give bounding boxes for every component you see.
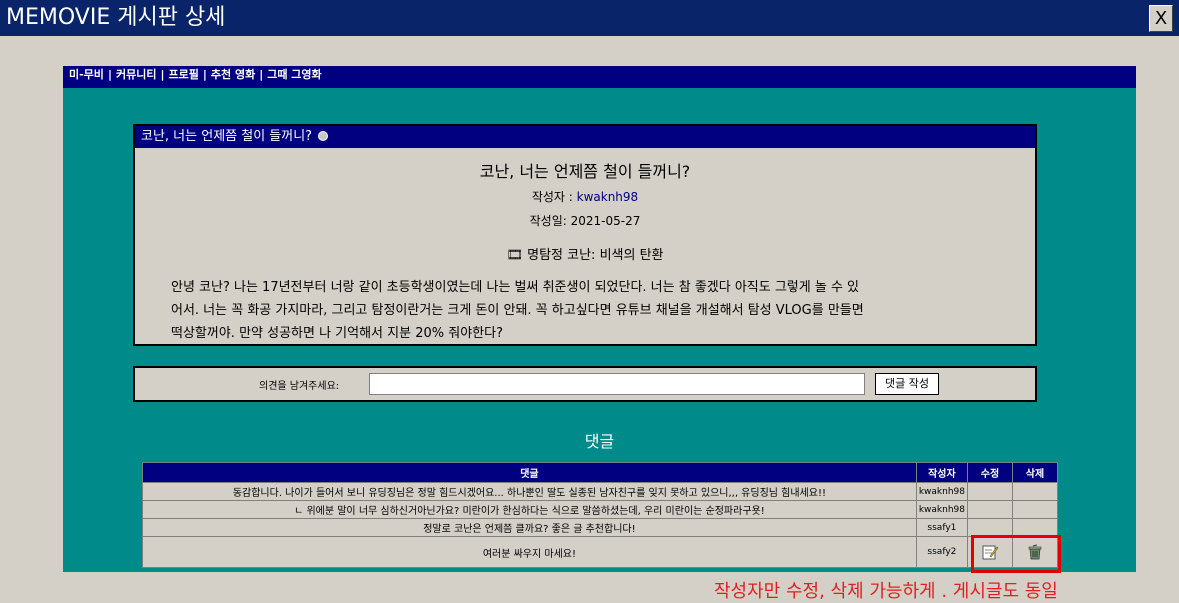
table-row: 정말로 코난은 언제쯤 클까요? 좋은 글 추천합니다! ssafy1 — [142, 518, 1058, 537]
window-titlebar: MEMOVIE 게시판 상세 X — [0, 0, 1179, 36]
comment-author: ssafy2 — [915, 536, 969, 568]
annotation-note: 작성자만 수정, 삭제 가능하게 . 게시글도 동일 — [714, 581, 1058, 602]
post-date: 작성일: 2021-05-27 — [529, 214, 641, 228]
comment-author: ssafy1 — [915, 518, 969, 537]
nav-item-recommended-movies[interactable]: 추천 영화 — [208, 67, 258, 83]
nav-item-profile[interactable]: 프로필 — [165, 67, 201, 83]
table-row: ㄴ 위에분 말이 너무 심하신거아닌가요? 미란이가 한심하다는 식으로 말씀하… — [142, 500, 1058, 519]
comment-text: 동감합니다. 나이가 들어서 보니 유딩징님은 정말 힘드시겠어요... 하나뿐… — [142, 482, 917, 501]
comment-input-label: 의견을 남겨주세요: — [259, 381, 340, 392]
delete-cell — [1012, 482, 1058, 501]
column-header-author: 작성자 — [915, 462, 969, 483]
comment-text: 정말로 코난은 언제쯤 클까요? 좋은 글 추천합니다! — [142, 518, 917, 537]
main-navbar: 미-무비 | 커뮤니티 | 프로필 | 추천 영화 | 그때 그영화 — [63, 66, 1136, 88]
nav-item-community[interactable]: 커뮤니티 — [113, 67, 159, 83]
post-detail-panel: 코난, 너는 언제쯤 철이 들꺼니? 코난, 너는 언제쯤 철이 들꺼니? 작성… — [133, 124, 1037, 346]
table-row: 동감합니다. 나이가 들어서 보니 유딩징님은 정말 힘드시겠어요... 하나뿐… — [142, 482, 1058, 501]
post-body-line: 안녕 코난? 나는 17년전부터 너랑 같이 초등학생이였는데 나는 벌써 취준… — [171, 280, 859, 295]
post-panel-title: 코난, 너는 언제쯤 철이 들꺼니? — [141, 129, 313, 144]
edit-cell — [967, 500, 1013, 519]
comments-table-header: 댓글 작성자 수정 삭제 — [142, 462, 1058, 483]
post-body: 안녕 코난? 나는 17년전부터 너랑 같이 초등학생이였는데 나는 벌써 취준… — [171, 276, 1041, 345]
submit-comment-button[interactable]: 댓글 작성 — [875, 373, 939, 395]
post-titlebar: 코난, 너는 언제쯤 철이 들꺼니? — [135, 126, 1035, 148]
comment-text: 여러분 싸우지 마세요! — [142, 536, 917, 568]
window-title: MEMOVIE 게시판 상세 — [6, 5, 226, 30]
post-body-line: 어서. 너는 꼭 화공 가지마라, 그리고 탐정이란거는 크게 돈이 안돼. 꼭… — [171, 303, 864, 318]
globe-icon — [318, 131, 329, 141]
post-movie-title: 🎞 명탐정 코난: 비색의 탄환 — [506, 248, 664, 263]
comment-author: kwaknh98 — [915, 500, 969, 519]
author-name[interactable]: kwaknh98 — [577, 190, 639, 204]
delete-cell — [1012, 500, 1058, 519]
close-button[interactable]: X — [1149, 5, 1173, 32]
edit-cell — [967, 482, 1013, 501]
post-title: 코난, 너는 언제쯤 철이 들꺼니? — [479, 162, 691, 181]
column-header-comment: 댓글 — [142, 462, 917, 483]
column-header-edit: 수정 — [967, 462, 1013, 483]
delete-cell — [1012, 518, 1058, 537]
comments-table: 댓글 작성자 수정 삭제 동감합니다. 나이가 들어서 보니 유딩징님은 정말 … — [142, 462, 1058, 568]
nav-item-classic-movies[interactable]: 그때 그영화 — [264, 67, 324, 83]
nav-item-home[interactable]: 미-무비 — [66, 67, 107, 83]
author-label: 작성자 : — [531, 190, 573, 204]
comment-text: ㄴ 위에분 말이 너무 심하신거아닌가요? 미란이가 한심하다는 식으로 말씀하… — [142, 500, 917, 519]
edit-cell — [967, 518, 1013, 537]
annotation-highlight-box — [971, 535, 1061, 573]
comment-form: 의견을 남겨주세요: 댓글 작성 — [133, 366, 1037, 402]
post-author-line: 작성자 : kwaknh98 — [135, 188, 1035, 205]
comments-heading: 댓글 — [584, 432, 615, 451]
column-header-delete: 삭제 — [1012, 462, 1058, 483]
table-row: 여러분 싸우지 마세요! ssafy2 — [142, 536, 1058, 568]
comment-author: kwaknh98 — [915, 482, 969, 501]
comment-input[interactable] — [369, 373, 865, 395]
post-body-line: 떡상할꺼야. 만약 성공하면 나 기억해서 지분 20% 줘야한다? — [171, 326, 503, 341]
